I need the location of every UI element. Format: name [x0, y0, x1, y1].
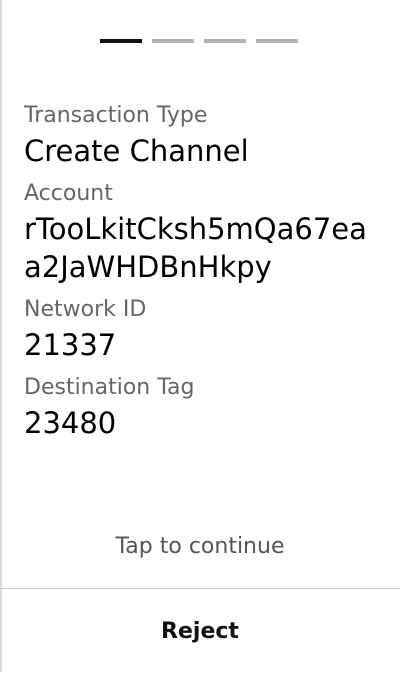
account-value: rTooLkitCksh5mQa67eaa2JaWHDBnHkpy	[24, 212, 367, 284]
page-indicator-segment-3	[204, 39, 246, 43]
transaction-details[interactable]: Transaction Type Create Channel Account …	[24, 100, 384, 450]
left-border	[0, 0, 2, 672]
page-indicator-segment-2	[152, 39, 194, 43]
destination-tag-value: 23480	[24, 406, 117, 440]
network-id-value: 21337	[24, 328, 117, 362]
transaction-type-label: Transaction Type	[24, 103, 208, 128]
reject-button[interactable]: Reject	[0, 588, 400, 673]
page-indicator	[100, 39, 298, 43]
transaction-type-value: Create Channel	[24, 134, 249, 168]
network-id-label: Network ID	[24, 297, 147, 322]
reject-button-label: Reject	[161, 618, 239, 644]
page-indicator-segment-1	[100, 39, 142, 43]
tap-to-continue-hint[interactable]: Tap to continue	[0, 531, 400, 563]
destination-tag-label: Destination Tag	[24, 375, 195, 400]
page-indicator-segment-4	[256, 39, 298, 43]
account-label: Account	[24, 181, 113, 206]
